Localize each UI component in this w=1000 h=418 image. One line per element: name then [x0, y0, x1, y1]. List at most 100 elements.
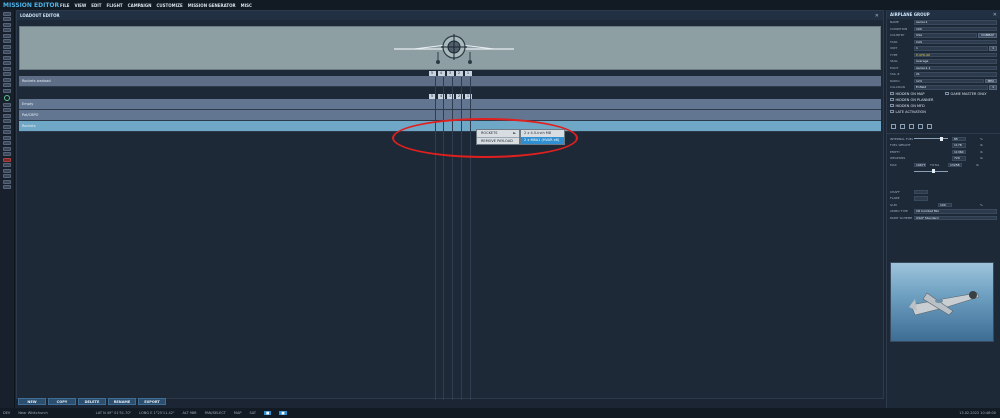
tool-button[interactable] — [3, 50, 11, 54]
paint-scheme-select[interactable]: USAF Standard — [914, 215, 997, 220]
tool-button[interactable] — [3, 39, 11, 43]
menu-customize[interactable]: CUSTOMIZE — [156, 3, 182, 8]
ammo-type-select[interactable]: CR Combat Mix — [914, 209, 997, 214]
tool-button[interactable] — [3, 152, 11, 156]
tool-button[interactable] — [3, 163, 11, 167]
loadout-row[interactable]: Pat/CBPO — [19, 110, 881, 121]
combat-button[interactable]: COMBAT — [978, 33, 997, 38]
arrow-right-icon: ► — [513, 131, 516, 135]
aircraft-preview-image — [890, 262, 994, 342]
tool-button[interactable] — [3, 28, 11, 32]
menu-edit[interactable]: EDIT — [91, 3, 101, 8]
tool-button[interactable] — [3, 141, 11, 145]
aircraft-front-icon — [394, 34, 514, 64]
close-icon[interactable]: ✕ — [993, 12, 997, 18]
pilot-input[interactable]: Aerial-1-1 — [914, 65, 997, 70]
delete-button[interactable]: DELETE — [78, 398, 106, 405]
mhz-button[interactable]: MHz — [984, 78, 997, 83]
tool-button[interactable] — [3, 185, 11, 189]
copy-button[interactable]: COPY — [48, 398, 76, 405]
new-button[interactable]: NEW — [18, 398, 46, 405]
tool-button[interactable] — [3, 22, 11, 27]
visibility-checks: HIDDEN ON MAP GAME MASTER ONLY HIDDEN ON… — [887, 91, 1000, 115]
tool-button[interactable] — [3, 130, 11, 134]
loadout-row[interactable]: Empty — [19, 99, 881, 110]
loadout-row[interactable]: Rockets warload — [19, 76, 881, 87]
tool-button[interactable] — [3, 174, 11, 178]
tool-button[interactable] — [3, 44, 11, 49]
view-toggle[interactable]: ■ — [264, 411, 272, 415]
aircraft-icon — [909, 291, 980, 316]
pylon-guide — [470, 77, 471, 400]
close-icon[interactable]: ✕ — [875, 13, 879, 19]
rename-button[interactable]: RENAME — [108, 398, 136, 405]
menu-item-rockets[interactable]: ROCKETS ► — [477, 130, 519, 137]
altitude: ALT 98ft — [182, 411, 197, 415]
gun-input[interactable]: 100 — [938, 202, 952, 207]
menu-misc[interactable]: MISC — [241, 3, 252, 8]
tool-button[interactable] — [3, 88, 11, 93]
globe-icon[interactable] — [4, 94, 10, 101]
menu-item-label: REMOVE PAYLOAD — [481, 139, 513, 143]
type-select[interactable]: P-47D-40 — [914, 52, 997, 57]
menu-mission-generator[interactable]: MISSION GENERATOR — [188, 3, 236, 8]
menu-view[interactable]: VIEW — [75, 3, 87, 8]
tool-button[interactable] — [3, 17, 11, 21]
longitude: LONG E 1°25'11.42" — [139, 411, 175, 415]
export-button[interactable]: EXPORT — [138, 398, 166, 405]
tab-fuel-icon[interactable] — [909, 124, 914, 129]
tool-button[interactable] — [3, 33, 11, 38]
tail-input[interactable]: 21 — [914, 72, 997, 77]
tool-button-red[interactable] — [3, 157, 11, 162]
unit-count[interactable]: 1 — [989, 46, 997, 51]
tool-button[interactable] — [3, 146, 11, 151]
pylon-guide — [452, 77, 453, 400]
country-select[interactable]: USA — [914, 33, 978, 38]
tool-button[interactable] — [3, 179, 11, 184]
sat-mode-button[interactable]: SAT — [249, 411, 256, 415]
tool-button[interactable] — [3, 108, 11, 112]
tab-route-icon[interactable] — [891, 124, 896, 129]
menu-campaign[interactable]: CAMPAIGN — [128, 3, 152, 8]
radio-input[interactable]: 124 — [914, 78, 984, 83]
menu-file[interactable]: FILE — [60, 3, 70, 8]
task-select[interactable]: CAS — [914, 39, 997, 44]
pylon-number: 4 — [437, 70, 445, 76]
condition-input[interactable]: 100 — [914, 26, 997, 31]
tool-button[interactable] — [3, 72, 11, 76]
tool-button[interactable] — [3, 77, 11, 82]
view-toggle[interactable]: ■ — [279, 411, 287, 415]
name-input[interactable]: Aerial-1 — [914, 20, 997, 25]
tool-button[interactable] — [3, 55, 11, 60]
tab-payload-icon[interactable] — [900, 124, 905, 129]
submenu-item-highlighted[interactable]: 2 x M8A1 (HVAR x6) — [521, 137, 564, 144]
tool-button[interactable] — [3, 11, 11, 16]
tool-button[interactable] — [3, 66, 11, 71]
submenu-item[interactable]: 2 x 4.5-inch M8 — [521, 130, 564, 137]
menu-item-remove-payload[interactable]: REMOVE PAYLOAD — [477, 137, 519, 144]
tool-button[interactable] — [3, 119, 11, 123]
game-master-only-check[interactable]: GAME MASTER ONLY — [942, 91, 997, 97]
tool-button[interactable] — [3, 135, 11, 140]
loadout-row-selected[interactable]: Rockets — [19, 121, 881, 132]
callsign-number[interactable]: 1 — [989, 85, 997, 90]
unit-input[interactable]: 1 — [914, 46, 989, 51]
tool-button[interactable] — [3, 168, 11, 173]
skill-select[interactable]: Average — [914, 59, 997, 64]
callsign-select[interactable]: Enfield — [914, 85, 989, 90]
tool-button[interactable] — [3, 61, 11, 65]
tool-button[interactable] — [3, 83, 11, 87]
tool-button[interactable] — [3, 113, 11, 118]
map-mode-button[interactable]: MAP — [234, 411, 242, 415]
main-menu: FILE VIEW EDIT FLIGHT CAMPAIGN CUSTOMIZE… — [60, 3, 252, 8]
tab-settings-icon[interactable] — [918, 124, 923, 129]
menu-flight[interactable]: FLIGHT — [107, 3, 123, 8]
chaff-input[interactable] — [914, 189, 928, 194]
flare-input[interactable] — [914, 196, 928, 201]
airplane-group-header: AIRPLANE GROUP ✕ — [887, 10, 1000, 19]
tab-misc-icon[interactable] — [927, 124, 932, 129]
pylon-number: 3 — [446, 70, 454, 76]
tool-button[interactable] — [3, 102, 11, 107]
late-activation-check[interactable]: LATE ACTIVATION — [887, 109, 942, 115]
tool-button[interactable] — [3, 124, 11, 129]
